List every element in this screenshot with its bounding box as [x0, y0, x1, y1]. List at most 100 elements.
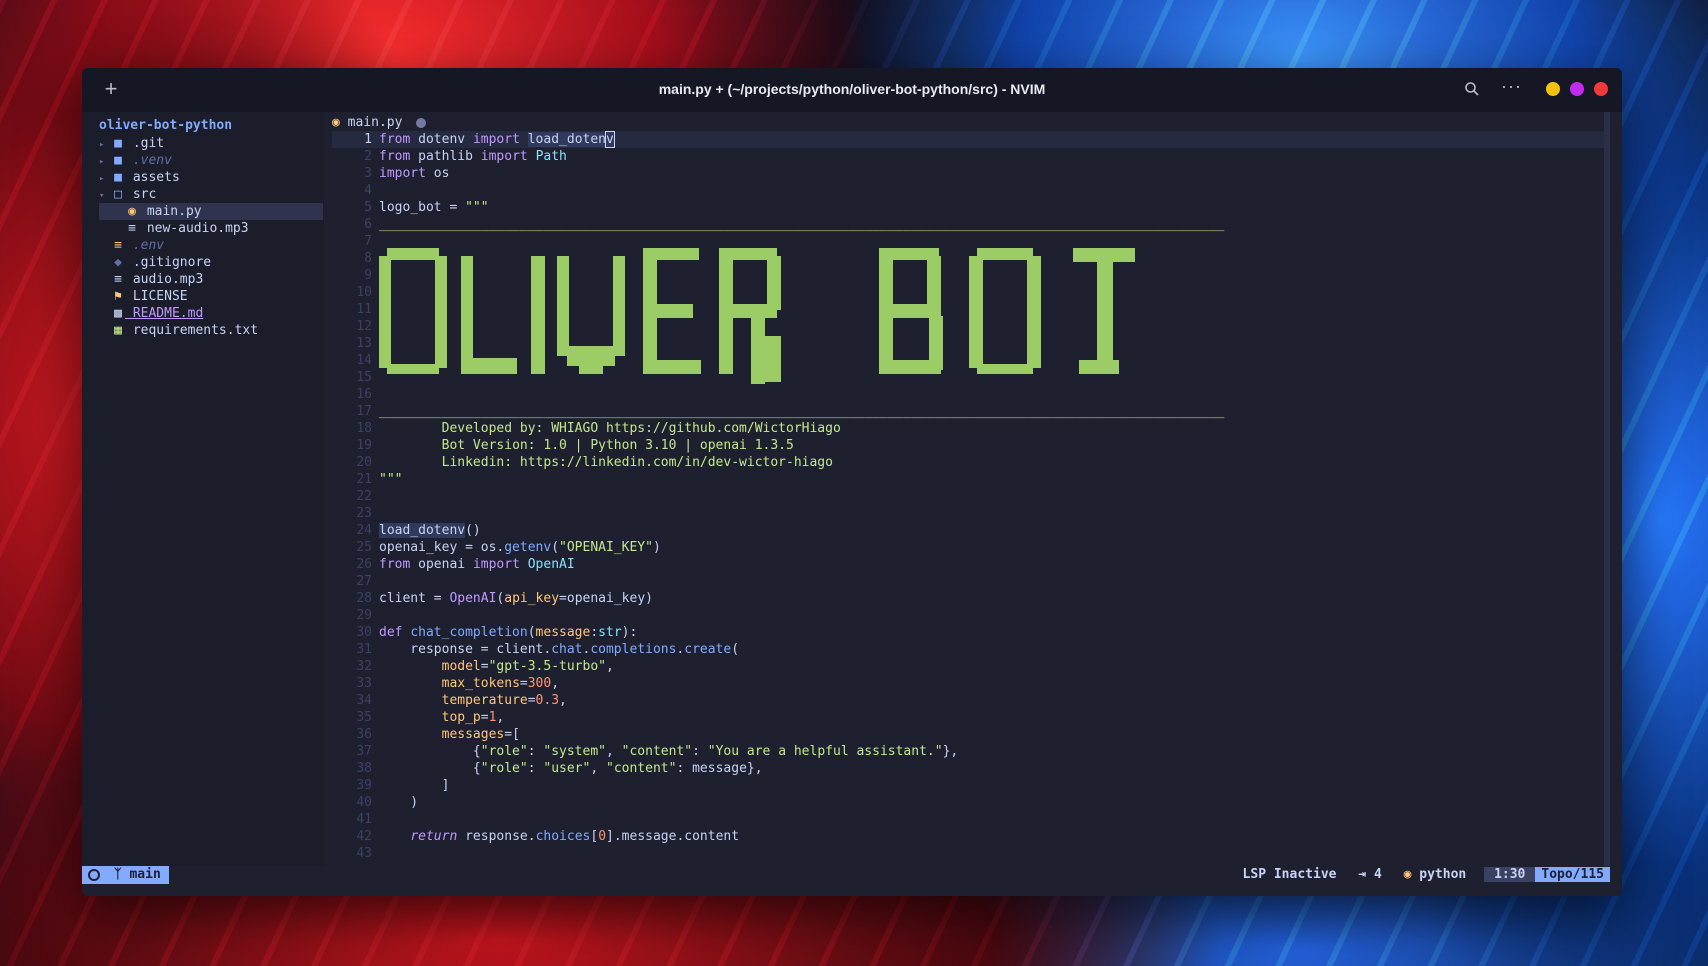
line-number: 35	[356, 710, 372, 725]
tree-item[interactable]: ▸ ■ assets	[99, 169, 180, 186]
tree-item[interactable]: ≡ new-audio.mp3	[99, 220, 249, 237]
code-line[interactable]: 38 {"role": "user", "content": message},	[332, 760, 1610, 777]
code-line[interactable]: 28 client = OpenAI(api_key=openai_key)	[332, 590, 1610, 607]
tree-item[interactable]: ≡ .env	[99, 237, 164, 254]
close-button[interactable]	[1594, 82, 1608, 96]
scroll-percent: Topo/115	[1535, 867, 1610, 882]
ascii-block	[643, 248, 699, 260]
code-line[interactable]: 4	[332, 182, 1610, 199]
line-number: 3	[364, 166, 372, 181]
tree-item[interactable]: ▸ ■ .git	[99, 135, 164, 152]
tree-item[interactable]: ◉ main.py	[99, 203, 323, 220]
mode-icon	[88, 868, 100, 881]
line-number: 20	[356, 455, 372, 470]
line-number: 31	[356, 642, 372, 657]
code-line[interactable]: 19 Bot Version: 1.0 | Python 3.10 | open…	[332, 437, 1610, 454]
code-line[interactable]: 37 {"role": "system", "content": "You ar…	[332, 743, 1610, 760]
code-line[interactable]: 2 from pathlib import Path	[332, 148, 1610, 165]
code-line[interactable]: 24 load_dotenv()	[332, 522, 1610, 539]
code-line[interactable]: 41	[332, 811, 1610, 828]
maximize-button[interactable]	[1570, 82, 1584, 96]
line-number: 11	[356, 302, 372, 317]
status-mode: ᛉ main	[82, 866, 169, 884]
more-options-icon[interactable]: ···	[1501, 76, 1522, 97]
code-line[interactable]: 5 logo_bot = """	[332, 199, 1610, 216]
code-text: def chat_completion(message:str):	[379, 625, 638, 640]
code-line[interactable]: 21 """	[332, 471, 1610, 488]
folder-icon: □	[114, 187, 122, 202]
code-line[interactable]: 35 top_p=1,	[332, 709, 1610, 726]
line-number: 25	[356, 540, 372, 555]
line-number: 36	[356, 727, 372, 742]
ascii-block	[643, 304, 693, 318]
code-line[interactable]: 33 max_tokens=300,	[332, 675, 1610, 692]
tree-item-label: main.py	[139, 204, 202, 219]
ascii-block	[977, 364, 1033, 374]
code-line[interactable]: 23	[332, 505, 1610, 522]
line-number: 28	[356, 591, 372, 606]
tree-item[interactable]: ◆ .gitignore	[99, 254, 211, 271]
code-line[interactable]: 40 )	[332, 794, 1610, 811]
search-icon[interactable]	[1464, 81, 1480, 97]
code-text: from dotenv import load_dotenv	[379, 131, 615, 148]
line-number: 17	[356, 404, 372, 419]
line-number: 33	[356, 676, 372, 691]
file-icon: ≡	[114, 272, 122, 287]
minimize-button[interactable]	[1546, 82, 1560, 96]
tree-item[interactable]: ▾ □ src	[99, 186, 156, 203]
tree-item-label: audio.mp3	[125, 272, 204, 287]
code-line[interactable]: 27	[332, 573, 1610, 590]
ascii-block	[1027, 256, 1041, 368]
code-line[interactable]: 30 def chat_completion(message:str):	[332, 624, 1610, 641]
git-branch: main	[129, 867, 161, 882]
indent-icon: ⇥	[1358, 867, 1374, 882]
ascii-block	[531, 256, 545, 374]
code-text: """	[379, 472, 403, 487]
code-line[interactable]: 29	[332, 607, 1610, 624]
ascii-block	[751, 316, 765, 384]
line-number: 37	[356, 744, 372, 759]
modified-indicator-icon	[416, 117, 427, 128]
code-text: client = OpenAI(api_key=openai_key)	[379, 591, 653, 606]
line-number: 42	[356, 829, 372, 844]
code-text: Developed by: WHIAGO https://github.com/…	[441, 421, 841, 436]
code-text: response = client.chat.completions.creat…	[379, 642, 740, 657]
code-text: from openai import OpenAI	[379, 557, 575, 572]
tree-item[interactable]: ⚑ LICENSE	[99, 288, 188, 305]
line-number: 29	[356, 608, 372, 623]
code-text: from pathlib import Path	[379, 149, 567, 164]
code-line[interactable]: 6 _______________________________________…	[332, 216, 1610, 233]
code-line[interactable]: 39 ]	[332, 777, 1610, 794]
tree-root[interactable]: oliver-bot-python	[99, 118, 232, 133]
line-number: 30	[356, 625, 372, 640]
line-number: 22	[356, 489, 372, 504]
code-lines[interactable]: 1 from dotenv import load_dotenv 2 from pat…	[332, 131, 1610, 862]
ascii-block	[927, 256, 941, 306]
code-line[interactable]: 36 messages=[	[332, 726, 1610, 743]
scrollbar[interactable]	[1604, 112, 1610, 866]
line-number: 27	[356, 574, 372, 589]
line-number: 8	[364, 251, 372, 266]
code-line[interactable]: 20 Linkedin: https://linkedin.com/in/dev…	[332, 454, 1610, 471]
editor-pane[interactable]: ◉ main.py 1 from dotenv import load_doten…	[332, 112, 1610, 866]
code-line[interactable]: 1 from dotenv import load_dotenv	[332, 131, 1610, 148]
code-line[interactable]: 43	[332, 845, 1610, 862]
code-line[interactable]: 31 response = client.chat.completions.cr…	[332, 641, 1610, 658]
code-text: top_p=1,	[441, 710, 505, 725]
code-line[interactable]: 22	[332, 488, 1610, 505]
filetype-status: ◉ python	[1404, 866, 1467, 884]
code-line[interactable]: 25 openai_key = os.getenv("OPENAI_KEY")	[332, 539, 1610, 556]
tree-item-label: .gitignore	[125, 255, 212, 270]
tree-item-label: .git	[125, 136, 165, 151]
tree-item[interactable]: ▦ requirements.txt	[99, 322, 258, 339]
code-line[interactable]: 34 temperature=0.3,	[332, 692, 1610, 709]
tree-item[interactable]: ▸ ■ .venv	[99, 152, 172, 169]
tree-item[interactable]: ≡ audio.mp3	[99, 271, 203, 288]
code-line[interactable]: 42 return response.choices[0].message.co…	[332, 828, 1610, 845]
tree-item[interactable]: ▩ README.md	[99, 305, 203, 322]
code-line[interactable]: 18 Developed by: WHIAGO https://github.c…	[332, 420, 1610, 437]
code-line[interactable]: 3 import os	[332, 165, 1610, 182]
code-line[interactable]: 26 from openai import OpenAI	[332, 556, 1610, 573]
code-line[interactable]: 32 model="gpt-3.5-turbo",	[332, 658, 1610, 675]
buffer-tab[interactable]: ◉ main.py	[332, 114, 427, 132]
